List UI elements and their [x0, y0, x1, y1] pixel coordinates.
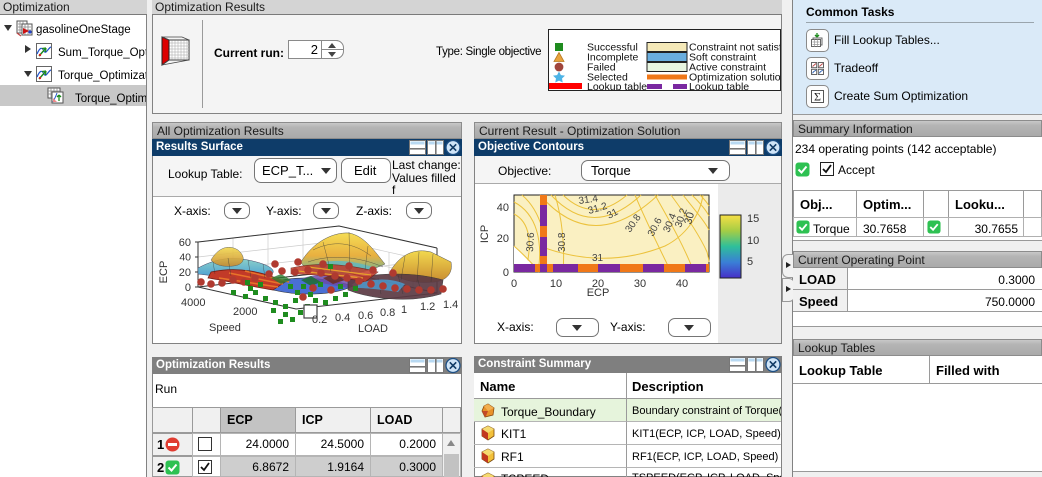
- svg-text:Σ: Σ: [814, 90, 821, 104]
- svg-text:2000: 2000: [233, 306, 257, 318]
- svg-text:10: 10: [747, 235, 759, 247]
- svg-text:15: 15: [747, 213, 759, 225]
- svg-text:0.2: 0.2: [312, 314, 327, 326]
- svg-text:0.4: 0.4: [335, 312, 350, 324]
- svg-text:0.6: 0.6: [358, 310, 373, 322]
- svg-text:0: 0: [511, 278, 517, 290]
- svg-text:ECP: ECP: [158, 261, 170, 284]
- svg-text:30: 30: [634, 278, 646, 290]
- svg-text:ICP: ICP: [479, 225, 491, 243]
- svg-text:60: 60: [179, 237, 191, 249]
- svg-text:10: 10: [550, 278, 562, 290]
- svg-text:30.8: 30.8: [557, 232, 568, 252]
- svg-text:20: 20: [179, 267, 191, 279]
- svg-text:30.6: 30.6: [525, 232, 537, 252]
- svg-text:1.4: 1.4: [443, 299, 458, 311]
- svg-text:20: 20: [497, 233, 509, 245]
- svg-text:40: 40: [179, 252, 191, 264]
- svg-text:Lookup table: Lookup table: [587, 81, 647, 91]
- svg-text:40: 40: [497, 202, 509, 214]
- svg-text:4000: 4000: [181, 297, 205, 309]
- svg-text:0: 0: [503, 267, 509, 279]
- svg-text:1.2: 1.2: [420, 301, 435, 313]
- svg-text:0.8: 0.8: [380, 307, 395, 319]
- svg-text:Speed: Speed: [209, 322, 241, 334]
- svg-text:40: 40: [676, 278, 688, 290]
- svg-text:ECP: ECP: [587, 287, 610, 299]
- svg-text:31: 31: [592, 253, 604, 264]
- svg-text:1: 1: [401, 304, 407, 316]
- svg-text:Lookup table: Lookup table: [689, 81, 749, 91]
- svg-text:5: 5: [747, 256, 753, 268]
- svg-text:0: 0: [185, 282, 191, 294]
- svg-text:LOAD: LOAD: [358, 323, 388, 335]
